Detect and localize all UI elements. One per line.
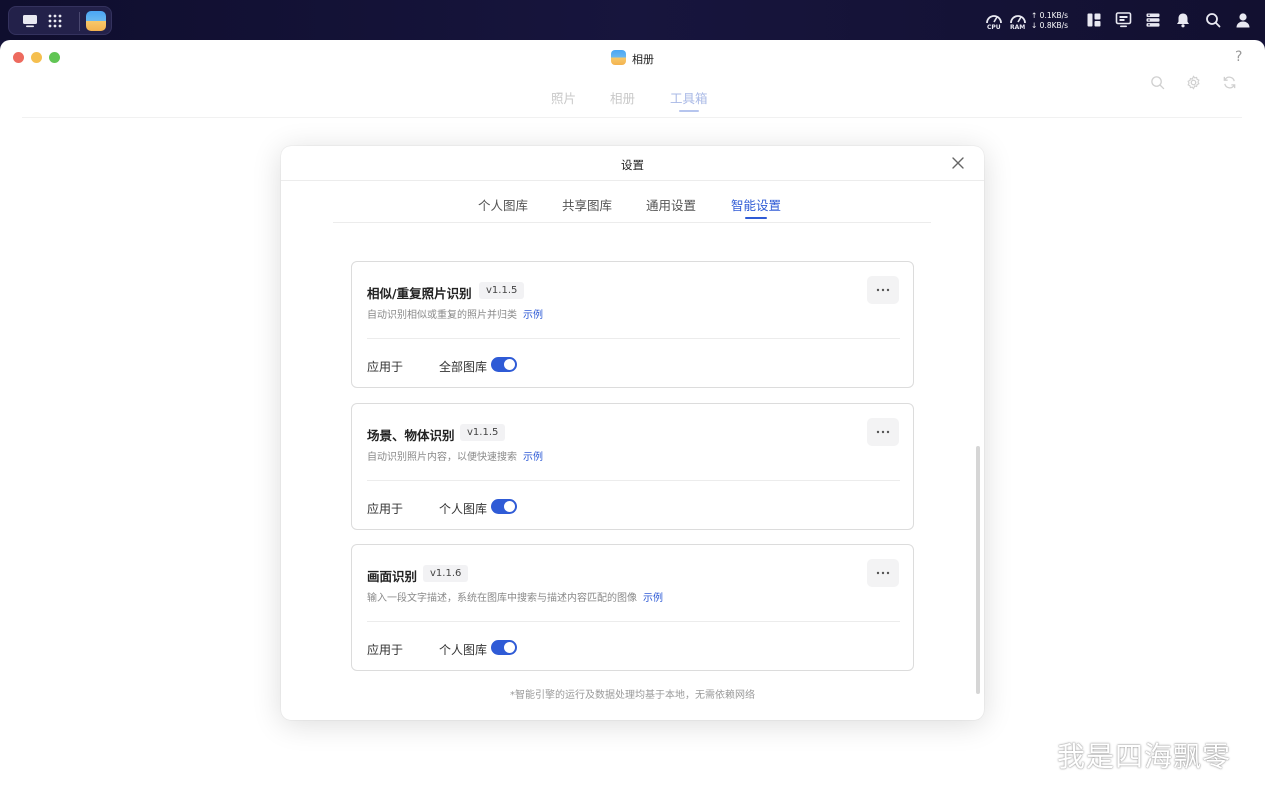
help-button[interactable]: ? <box>1235 49 1242 65</box>
dialog-header-divider <box>281 180 984 181</box>
feature-description: 自动识别相似或重复的照片并归类 示例 <box>367 306 543 321</box>
bell-icon[interactable] <box>1175 12 1191 28</box>
minimize-window-button[interactable] <box>31 52 42 63</box>
card-divider <box>367 480 900 481</box>
monitor-icon[interactable] <box>1115 12 1132 28</box>
active-tab-indicator <box>679 110 699 112</box>
close-window-button[interactable] <box>13 52 24 63</box>
feature-description-text: 自动识别相似或重复的照片并归类 <box>367 310 517 321</box>
toggle-knob <box>504 359 515 370</box>
gear-icon[interactable] <box>1186 75 1201 90</box>
toggle-knob <box>504 501 515 512</box>
download-speed: ↓ 0.8KB/s <box>1031 21 1069 30</box>
toggle-knob <box>504 642 515 653</box>
apply-to-value: 个人图库 <box>439 502 488 516</box>
version-badge: v1.1.5 <box>460 424 506 441</box>
more-icon <box>876 571 890 575</box>
apply-to-label: 应用于 <box>367 643 404 657</box>
feature-description-text: 自动识别照片内容，以便快速搜索 <box>367 452 517 463</box>
active-tab-indicator <box>745 217 767 219</box>
feature-toggle[interactable] <box>491 640 517 655</box>
more-icon <box>876 430 890 434</box>
tab-albums[interactable]: 相册 <box>610 88 635 107</box>
apply-to-label: 应用于 <box>367 502 404 516</box>
tabs-divider <box>333 222 931 223</box>
ram-gauge-icon[interactable] <box>1009 11 1027 25</box>
feature-toggle[interactable] <box>491 357 517 372</box>
toolbar-divider <box>22 117 1242 118</box>
tab-shared-library[interactable]: 共享图库 <box>562 195 612 214</box>
version-badge: v1.1.6 <box>423 565 469 582</box>
feature-title: 场景、物体识别 <box>367 428 455 443</box>
feature-card: 相似/重复照片识别 v1.1.5 自动识别相似或重复的照片并归类 示例 应用于 全… <box>351 261 914 388</box>
dialog-scrollbar[interactable] <box>976 446 980 694</box>
photos-app-icon <box>611 50 626 65</box>
cpu-label: CPU <box>987 24 1001 31</box>
dock <box>8 6 112 35</box>
dialog-title: 设置 <box>621 158 644 172</box>
widgets-icon[interactable] <box>1086 12 1102 28</box>
window-titlebar: 相册 ? <box>0 40 1265 75</box>
more-options-button[interactable] <box>867 559 899 587</box>
apply-to-value: 全部图库 <box>439 360 488 374</box>
feature-description: 输入一段文字描述，系统在图库中搜索与描述内容匹配的图像 示例 <box>367 589 663 604</box>
example-link[interactable]: 示例 <box>523 310 543 321</box>
example-link[interactable]: 示例 <box>643 593 663 604</box>
cpu-gauge-icon[interactable] <box>985 11 1003 25</box>
app-tabs: 照片 相册 工具箱 <box>0 75 1265 119</box>
feature-description-text: 输入一段文字描述，系统在图库中搜索与描述内容匹配的图像 <box>367 593 637 604</box>
photos-app-icon[interactable] <box>86 11 106 31</box>
tab-personal-library[interactable]: 个人图库 <box>478 195 528 214</box>
tab-smart-settings[interactable]: 智能设置 <box>731 195 781 214</box>
feature-card: 场景、物体识别 v1.1.5 自动识别照片内容，以便快速搜索 示例 应用于 个人图… <box>351 403 914 530</box>
watermark: 我是四海飘零 <box>1057 740 1232 773</box>
feature-title: 画面识别 <box>367 569 418 584</box>
more-options-button[interactable] <box>867 276 899 304</box>
apply-to-label: 应用于 <box>367 360 404 374</box>
tab-toolbox[interactable]: 工具箱 <box>670 88 708 107</box>
feature-toggle[interactable] <box>491 499 517 514</box>
apply-to-value: 个人图库 <box>439 643 488 657</box>
feature-title: 相似/重复照片识别 <box>367 286 472 301</box>
system-bar: CPU RAM ↑ 0.1KB/s ↓ 0.8KB/s <box>0 0 1265 40</box>
card-divider <box>367 338 900 339</box>
search-icon[interactable] <box>1150 75 1165 90</box>
window-title: 相册 <box>632 53 654 66</box>
desktop-icon[interactable] <box>21 13 39 29</box>
close-icon[interactable] <box>951 156 965 170</box>
ram-label: RAM <box>1010 24 1026 31</box>
local-processing-note: *智能引擎的运行及数据处理均基于本地，无需依赖网络 <box>510 690 755 701</box>
maximize-window-button[interactable] <box>49 52 60 63</box>
server-icon[interactable] <box>1145 12 1161 28</box>
settings-dialog: 设置 个人图库 共享图库 通用设置 智能设置 相似/重复照片识别 v1.1.5 … <box>281 146 984 720</box>
feature-description: 自动识别照片内容，以便快速搜索 示例 <box>367 448 543 463</box>
more-icon <box>876 288 890 292</box>
tab-general-settings[interactable]: 通用设置 <box>646 195 696 214</box>
user-icon[interactable] <box>1235 12 1251 28</box>
more-options-button[interactable] <box>867 418 899 446</box>
feature-card: 画面识别 v1.1.6 输入一段文字描述，系统在图库中搜索与描述内容匹配的图像示… <box>351 544 914 671</box>
version-badge: v1.1.5 <box>479 282 525 299</box>
upload-speed: ↑ 0.1KB/s <box>1031 11 1069 20</box>
tab-photos[interactable]: 照片 <box>551 88 576 107</box>
dock-separator <box>79 12 80 31</box>
card-divider <box>367 621 900 622</box>
app-grid-icon[interactable] <box>46 13 64 29</box>
example-link[interactable]: 示例 <box>523 452 543 463</box>
refresh-icon[interactable] <box>1222 75 1237 90</box>
search-icon[interactable] <box>1205 12 1221 28</box>
